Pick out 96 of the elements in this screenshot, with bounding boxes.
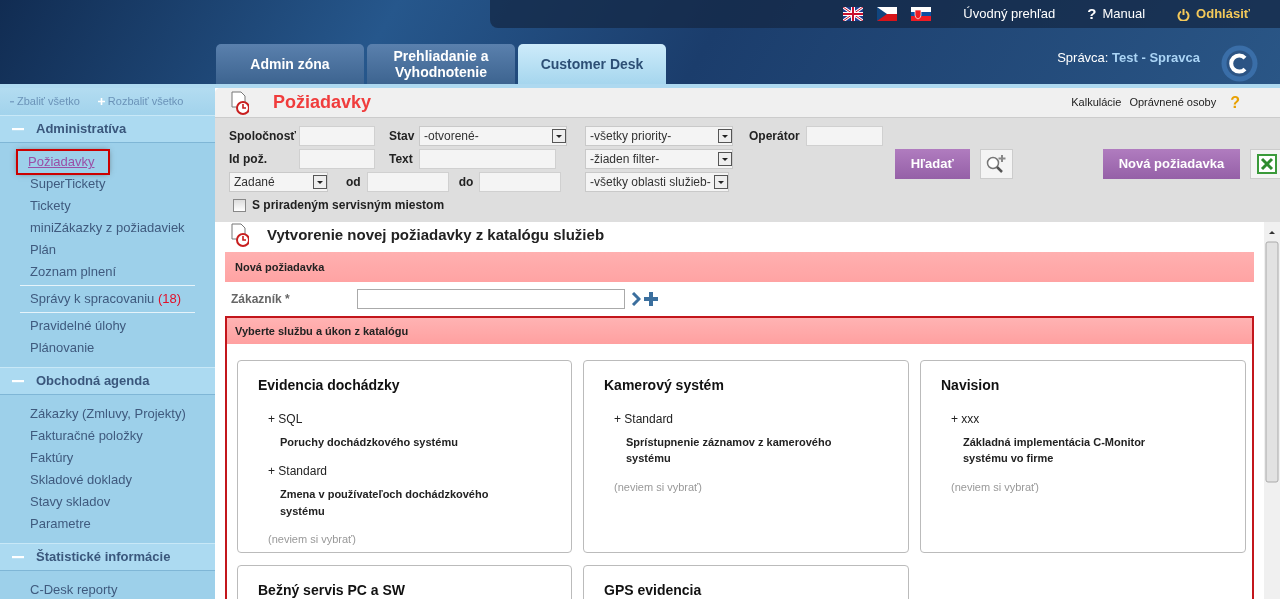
sidebar-item[interactable]: C-Desk reporty <box>20 579 195 599</box>
unsure-link[interactable]: (neviem si vybrať) <box>941 478 1225 496</box>
section-header[interactable]: Obchodná agenda <box>0 367 215 395</box>
service-variant[interactable]: + SQL <box>258 409 551 428</box>
slovak-flag-icon[interactable] <box>911 7 932 21</box>
field-label: Id pož. <box>229 150 268 168</box>
sidebar-item[interactable]: Stavy skladov <box>20 491 195 513</box>
sidebar-item[interactable]: Správy k spracovaniu (18) <box>20 288 195 310</box>
sidebar-item[interactable]: Zákazky (Zmluvy, Projekty) <box>20 403 195 425</box>
service-title: Kamerový systém <box>604 377 725 394</box>
magnifier-plus-icon <box>985 154 1008 174</box>
sidebar-item[interactable]: Skladové doklady <box>20 469 195 491</box>
dropdown[interactable]: -všetky oblasti služieb- <box>585 171 729 192</box>
caret-icon <box>552 128 566 143</box>
manual-link[interactable]: Manual <box>1102 4 1146 24</box>
document-clock-icon <box>229 90 249 115</box>
dropdown[interactable]: -žiaden filter- <box>585 148 733 169</box>
input-field[interactable] <box>419 148 556 169</box>
checkbox-label: S priradeným servisným miestom <box>252 197 445 214</box>
service-title: Bežný servis PC a SW <box>258 582 407 599</box>
sidebar-item[interactable]: Zoznam plnení <box>20 261 195 283</box>
overview-link[interactable]: Úvodný prehľad <box>963 4 1056 24</box>
page-title: Požiadavky <box>273 91 372 114</box>
power-icon <box>1177 7 1191 21</box>
checkbox[interactable] <box>233 198 246 212</box>
header-link[interactable]: Oprávnené osoby <box>1129 94 1217 111</box>
input-field[interactable] <box>366 171 449 192</box>
help-icon[interactable]: ? <box>1087 2 1097 26</box>
sidebar-item[interactable]: Tickety <box>20 195 195 217</box>
czech-flag-icon[interactable] <box>877 7 898 21</box>
user-label: Správca: <box>1057 50 1110 65</box>
task-link[interactable]: Poruchy dochádzkového systému <box>258 433 508 451</box>
caret-icon <box>313 174 327 189</box>
item-count: (18) <box>157 291 182 306</box>
sidebar-item[interactable]: Fakturačné položky <box>20 425 195 447</box>
sidebar-item[interactable]: SuperTickety <box>20 173 195 195</box>
service-variant[interactable]: + xxx <box>941 409 1225 428</box>
service-variant[interactable]: + Standard <box>258 462 551 481</box>
minus-icon <box>10 100 14 103</box>
tab[interactable]: Customer Desk <box>518 44 666 84</box>
input-field[interactable] <box>805 125 883 146</box>
sidebar-item[interactable]: Požiadavky <box>18 151 109 173</box>
task-link[interactable]: Zmena v používateľoch dochádzkového systému <box>258 486 508 520</box>
tab[interactable]: Admin zóna <box>216 44 364 84</box>
input-field[interactable] <box>479 171 562 192</box>
chevron-icon[interactable] <box>631 292 641 306</box>
plus-icon[interactable] <box>643 291 659 307</box>
sidebar-item[interactable]: miniZákazky z požiadaviek <box>20 217 195 239</box>
input-field[interactable] <box>299 125 375 146</box>
sidebar-item[interactable]: Plánovanie <box>20 337 195 359</box>
new-request-button[interactable]: Nová požiadavka <box>1102 149 1241 179</box>
sidebar-item[interactable]: Pravidelné úlohy <box>20 315 195 337</box>
document-clock-icon <box>229 223 249 247</box>
field-label: Text <box>389 150 414 168</box>
input-field[interactable] <box>357 289 625 309</box>
field-label: do <box>458 173 474 191</box>
service-title: Evidencia dochádzky <box>258 377 401 394</box>
task-link[interactable]: Základná implementácia C-Monitor systému vo firme <box>941 433 1191 467</box>
section-header[interactable]: Štatistické informácie <box>0 543 215 571</box>
plus-icon <box>97 98 105 105</box>
field-label: Operátor <box>749 127 800 145</box>
header-link[interactable]: Kalkulácie <box>1071 94 1122 111</box>
unsure-link[interactable]: (neviem si vybrať) <box>258 531 551 548</box>
service-title: Navision <box>941 377 1001 394</box>
catalog-header: Vyberte službu a úkon z katalógu <box>227 318 1252 344</box>
field-label: Stav <box>389 127 416 145</box>
dropdown[interactable]: -otvorené- <box>419 125 567 146</box>
service-variant[interactable]: + Standard <box>604 409 888 428</box>
unsure-link[interactable]: (neviem si vybrať) <box>604 478 888 496</box>
section-header[interactable]: Administratíva <box>0 115 215 143</box>
field-label: Spoločnosť <box>229 127 298 145</box>
task-link[interactable]: Sprístupnenie záznamov z kamerového systému <box>604 433 854 467</box>
dropdown[interactable]: -všetky priority- <box>585 125 733 146</box>
section-band: Nová požiadavka <box>225 252 1254 282</box>
caret-icon <box>718 128 732 143</box>
caret-icon <box>718 151 732 166</box>
sidebar-item[interactable]: Plán <box>20 239 195 261</box>
user-name: Test - Spravca <box>1112 50 1200 65</box>
spreadsheet-icon <box>1256 154 1277 174</box>
input-field[interactable] <box>299 148 375 169</box>
dropdown[interactable]: Zadané <box>229 171 328 192</box>
advanced-search-button[interactable] <box>979 149 1013 179</box>
scrollbar[interactable] <box>1264 222 1280 599</box>
section-title: Vytvorenie novej požiadavky z katalógu služieb <box>267 224 605 245</box>
search-button[interactable]: Hľadať <box>894 149 970 179</box>
tab[interactable]: Prehliadanie a Vyhodnotenie <box>367 44 515 84</box>
logo-icon <box>1221 45 1258 82</box>
field-label: od <box>346 173 361 191</box>
field-label: Zákazník * <box>231 291 291 308</box>
export-button[interactable] <box>1250 149 1280 179</box>
service-title: GPS evidencia <box>604 582 703 599</box>
logout-link[interactable]: Odhlásiť <box>1196 4 1250 24</box>
sidebar-item[interactable]: Parametre <box>20 513 195 535</box>
uk-flag-icon[interactable] <box>843 7 864 21</box>
sidebar-item[interactable]: Faktúry <box>20 447 195 469</box>
caret-icon <box>714 174 728 189</box>
